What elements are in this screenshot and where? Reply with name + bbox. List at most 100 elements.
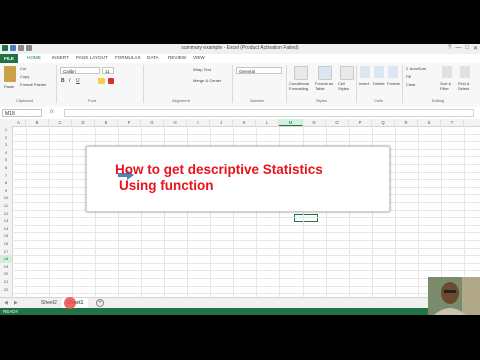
column-header[interactable]: M (279, 119, 303, 126)
paste-icon[interactable] (4, 66, 16, 82)
fill-button[interactable]: Fill (406, 74, 411, 79)
sort-filter-icon[interactable] (442, 66, 452, 78)
tab-home[interactable]: HOME (27, 55, 41, 60)
add-sheet-icon[interactable]: + (96, 299, 104, 307)
fill-color-icon[interactable] (98, 78, 105, 84)
row-header[interactable]: 18 (0, 255, 12, 263)
font-color-icon[interactable] (108, 78, 114, 84)
font-size-select[interactable]: 11 (102, 67, 114, 74)
format-as-table-icon[interactable] (318, 66, 332, 80)
presenter-webcam-image (428, 277, 480, 315)
tab-page-layout[interactable]: PAGE LAYOUT (76, 55, 108, 60)
number-format-select[interactable]: General (236, 67, 282, 74)
column-header[interactable]: R (395, 119, 418, 126)
conditional-formatting-icon[interactable] (294, 66, 308, 80)
merge-center-button[interactable]: Merge & Center (193, 78, 221, 83)
row-header[interactable]: 6 (0, 164, 12, 172)
column-header[interactable]: Q (372, 119, 395, 126)
sheet-next-icon[interactable]: ▶ (14, 300, 18, 306)
delete-button[interactable]: Delete (373, 81, 385, 86)
copy-button[interactable]: Copy (20, 74, 29, 79)
row-header[interactable]: 12 (0, 210, 12, 218)
delete-icon[interactable] (374, 66, 384, 78)
row-header[interactable]: 16 (0, 240, 12, 248)
column-header[interactable]: O (326, 119, 349, 126)
column-header[interactable]: D (72, 119, 95, 126)
tab-view[interactable]: VIEW (193, 55, 205, 60)
cell-styles-button[interactable]: Cell Styles (338, 81, 354, 91)
format-icon[interactable] (388, 66, 398, 78)
format-painter-button[interactable]: Format Painter (20, 82, 46, 87)
format-button[interactable]: Format (387, 81, 400, 86)
find-select-icon[interactable] (460, 66, 470, 78)
cut-button[interactable]: Cut (20, 66, 26, 71)
row-header[interactable]: 9 (0, 187, 12, 195)
group-label-editing: Editing (432, 98, 445, 103)
row-header[interactable]: 11 (0, 202, 12, 210)
column-header[interactable]: G (141, 119, 164, 126)
row-header[interactable]: 22 (0, 286, 12, 294)
tab-formulas[interactable]: FORMULAS (115, 55, 141, 60)
column-header[interactable]: J (210, 119, 233, 126)
column-header[interactable]: T (441, 119, 464, 126)
row-header[interactable]: 7 (0, 172, 12, 180)
clear-button[interactable]: Clear (406, 82, 416, 87)
find-select-button[interactable]: Find & Select (458, 81, 476, 91)
wrap-text-button[interactable]: Wrap Text (193, 67, 211, 72)
tab-data[interactable]: DATA (147, 55, 159, 60)
tab-insert[interactable]: INSERT (52, 55, 69, 60)
row-header[interactable]: 10 (0, 194, 12, 202)
row-header[interactable]: 1 (0, 126, 12, 134)
row-header[interactable]: 2 (0, 134, 12, 142)
tab-review[interactable]: REVIEW (168, 55, 186, 60)
sort-filter-button[interactable]: Sort & Filter (440, 81, 456, 91)
grid-line (12, 255, 480, 257)
row-header[interactable]: 4 (0, 149, 12, 157)
insert-icon[interactable] (360, 66, 370, 78)
cell-styles-icon[interactable] (340, 66, 354, 80)
column-header[interactable]: E (95, 119, 118, 126)
row-header[interactable]: 14 (0, 225, 12, 233)
column-header[interactable]: H (164, 119, 187, 126)
paste-button[interactable]: Paste (4, 84, 14, 89)
column-header[interactable]: K (233, 119, 256, 126)
bold-button[interactable]: B (61, 78, 65, 84)
row-header[interactable]: 3 (0, 141, 12, 149)
column-header[interactable]: S (418, 119, 441, 126)
italic-button[interactable]: I (69, 78, 70, 84)
column-header[interactable]: F (118, 119, 141, 126)
column-header[interactable]: B (26, 119, 49, 126)
row-header[interactable]: 5 (0, 156, 12, 164)
row-header[interactable]: 21 (0, 278, 12, 286)
maximize-button[interactable]: □ (465, 45, 469, 52)
conditional-formatting-button[interactable]: Conditional Formatting (289, 81, 313, 91)
grid-line (12, 247, 480, 249)
column-header[interactable]: C (49, 119, 72, 126)
sheet-prev-icon[interactable]: ◀ (4, 300, 8, 306)
insert-button[interactable]: Insert (359, 81, 369, 86)
column-header[interactable]: A (12, 119, 26, 126)
mouse-cursor-highlight (64, 297, 76, 309)
underline-button[interactable]: U (76, 78, 80, 84)
row-header[interactable]: 8 (0, 179, 12, 187)
font-name-select[interactable]: Calibri (60, 67, 100, 74)
row-header[interactable]: 20 (0, 270, 12, 278)
row-header[interactable]: 13 (0, 217, 12, 225)
column-header[interactable]: I (187, 119, 210, 126)
sheet-tab-sheet2[interactable]: Sheet2 (36, 298, 62, 308)
row-header[interactable]: 15 (0, 232, 12, 240)
help-button[interactable]: ? (448, 45, 451, 52)
minimize-button[interactable]: — (455, 45, 461, 52)
name-box[interactable]: M18 (2, 109, 42, 117)
tab-file[interactable]: FILE (0, 54, 18, 63)
row-header[interactable]: 19 (0, 263, 12, 271)
fx-icon[interactable]: fx (50, 109, 54, 115)
formula-input[interactable] (64, 109, 474, 117)
column-header[interactable]: L (256, 119, 279, 126)
column-header[interactable]: N (303, 119, 326, 126)
row-header[interactable]: 17 (0, 248, 12, 256)
autosum-button[interactable]: Σ AutoSum (406, 66, 426, 71)
close-button[interactable]: ✕ (473, 45, 478, 52)
format-as-table-button[interactable]: Format as Table (315, 81, 337, 91)
column-header[interactable]: P (349, 119, 372, 126)
